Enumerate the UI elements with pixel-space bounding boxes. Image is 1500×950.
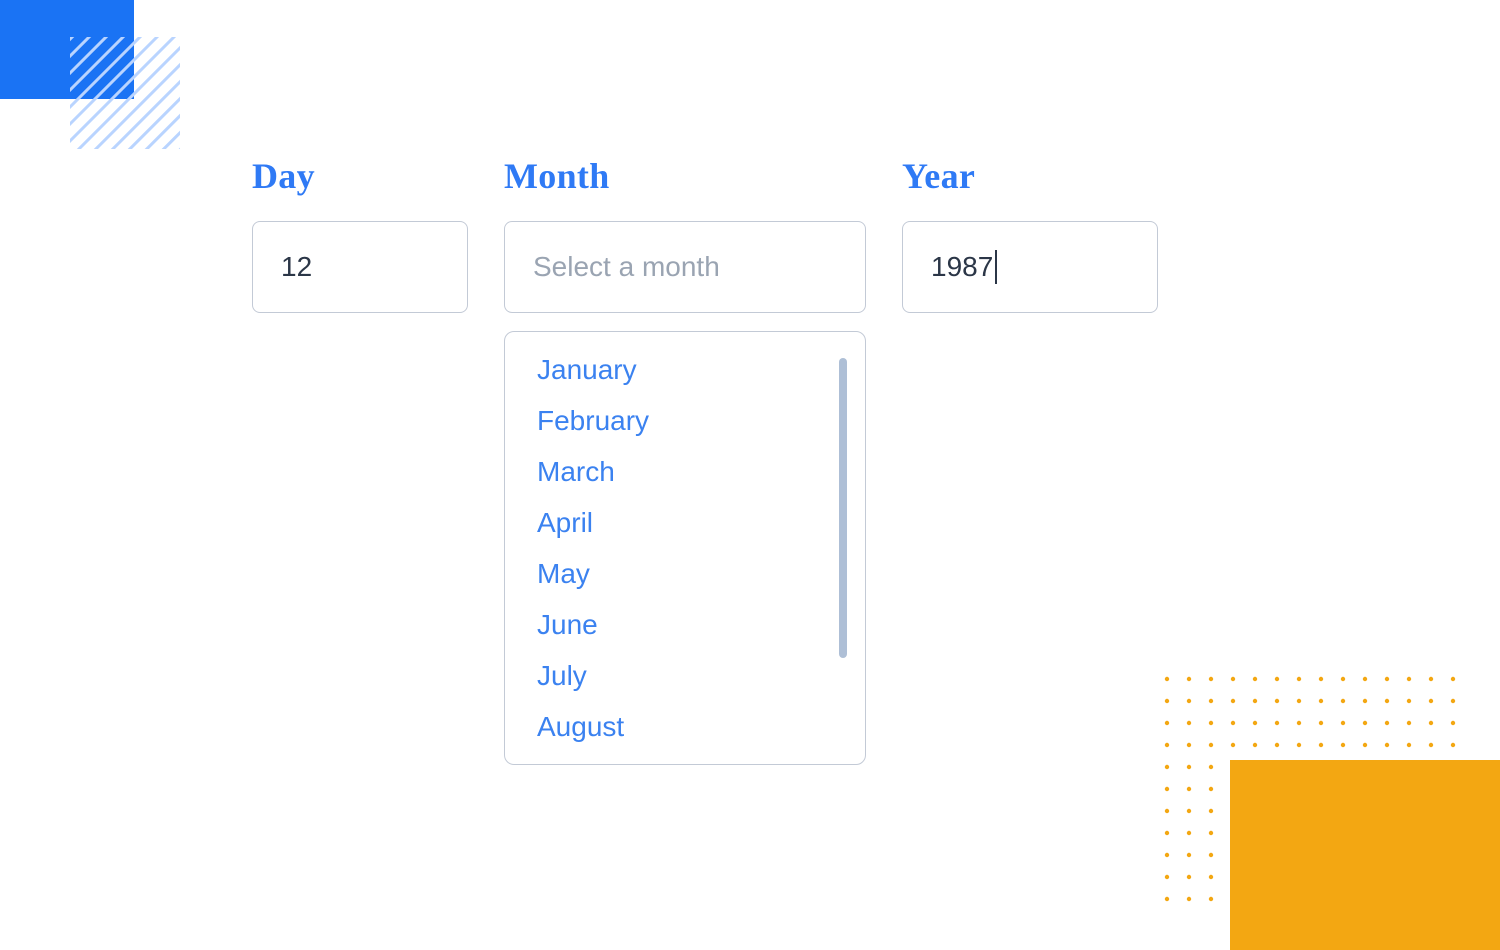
year-input[interactable]: 1987 bbox=[902, 221, 1158, 313]
day-field-group: Day 12 bbox=[252, 155, 468, 313]
text-cursor-icon bbox=[995, 250, 997, 284]
decoration-blue-diagonal-stripes bbox=[70, 37, 180, 149]
day-value: 12 bbox=[281, 251, 312, 283]
month-select[interactable]: Select a month bbox=[504, 221, 866, 313]
scrollbar-thumb[interactable] bbox=[839, 358, 847, 658]
date-of-birth-form: Day 12 Month Select a month January Febr… bbox=[252, 155, 1158, 765]
month-option[interactable]: March bbox=[537, 454, 825, 489]
month-placeholder: Select a month bbox=[533, 251, 720, 283]
day-input[interactable]: 12 bbox=[252, 221, 468, 313]
month-option[interactable]: July bbox=[537, 658, 825, 693]
day-label: Day bbox=[252, 155, 468, 197]
year-field-group: Year 1987 bbox=[902, 155, 1158, 313]
month-option[interactable]: May bbox=[537, 556, 825, 591]
month-option[interactable]: June bbox=[537, 607, 825, 642]
month-option[interactable]: August bbox=[537, 709, 825, 744]
month-label: Month bbox=[504, 155, 866, 197]
month-option[interactable]: February bbox=[537, 403, 825, 438]
year-label: Year bbox=[902, 155, 1158, 197]
month-option[interactable]: April bbox=[537, 505, 825, 540]
decoration-yellow-square bbox=[1230, 760, 1500, 950]
month-option[interactable]: January bbox=[537, 352, 825, 387]
month-field-group: Month Select a month January February Ma… bbox=[504, 155, 866, 765]
year-value: 1987 bbox=[931, 251, 993, 283]
month-dropdown-list: January February March April May June Ju… bbox=[504, 331, 866, 765]
